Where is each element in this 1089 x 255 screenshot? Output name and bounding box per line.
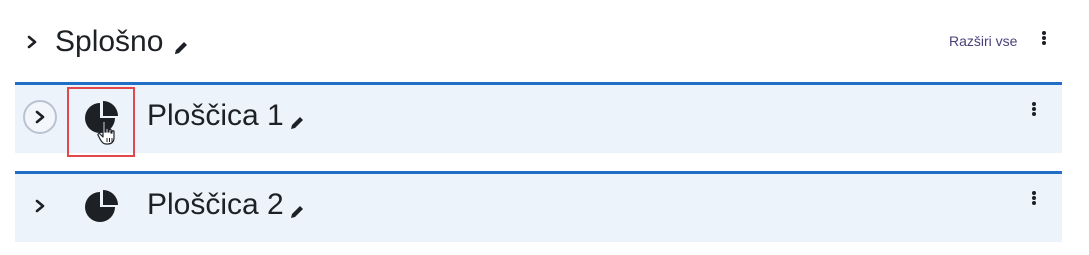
chevron-right-icon[interactable] — [23, 100, 57, 134]
kebab-menu-icon[interactable] — [1027, 98, 1041, 120]
section-header: Splošno Razširi vse — [15, 18, 1062, 68]
expand-all-link[interactable]: Razširi vse — [949, 32, 1017, 50]
chevron-right-icon[interactable] — [21, 31, 43, 53]
pencil-icon[interactable] — [289, 204, 305, 225]
pencil-icon[interactable] — [289, 115, 305, 136]
tile-title[interactable]: Ploščica 2 — [147, 187, 284, 223]
section-title: Splošno — [55, 25, 164, 58]
hand-pointer-icon — [97, 120, 117, 151]
tile-1: Ploščica 1 — [15, 82, 1062, 157]
tile-2: Ploščica 2 — [15, 171, 1062, 242]
chevron-right-icon[interactable] — [23, 189, 57, 223]
pencil-icon[interactable] — [173, 40, 189, 61]
pie-chart-icon[interactable] — [83, 188, 121, 226]
tile-title[interactable]: Ploščica 1 — [147, 98, 284, 134]
kebab-menu-icon[interactable] — [1037, 27, 1051, 49]
kebab-menu-icon[interactable] — [1027, 187, 1041, 209]
